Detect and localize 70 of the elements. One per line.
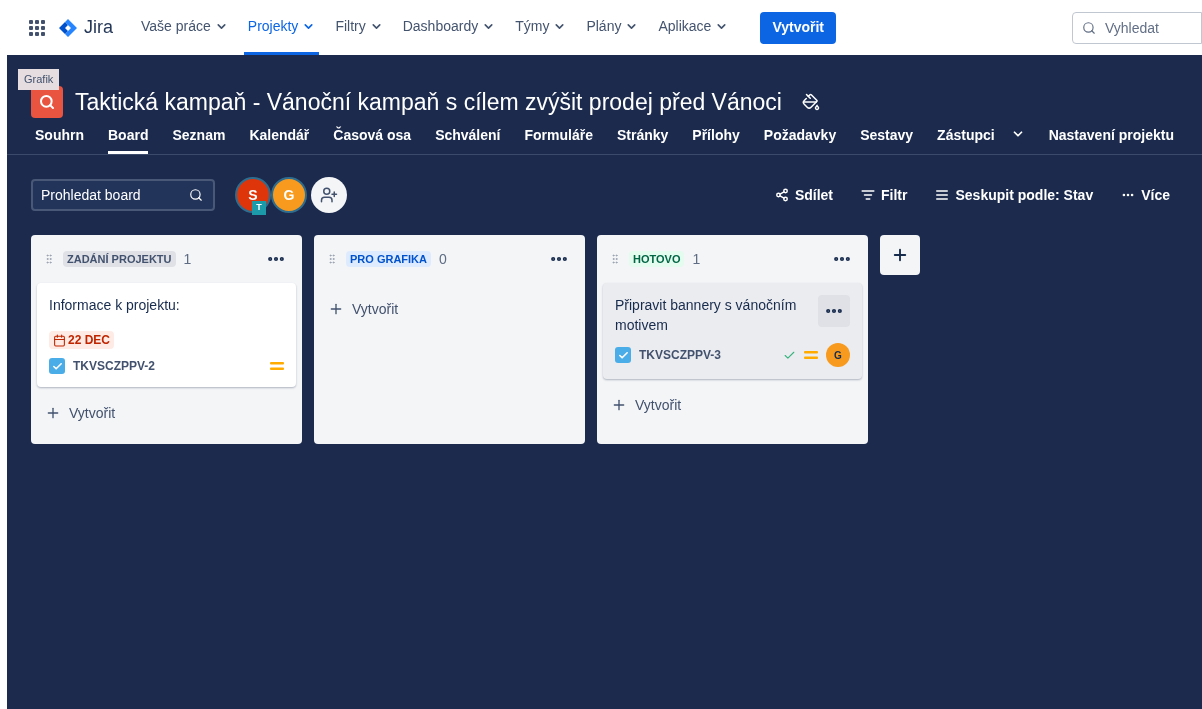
project-tab[interactable]: Schválení (435, 125, 501, 154)
issue-card[interactable]: Informace k projektu: 22 DEC TKVSCZPPV-2 (37, 283, 296, 387)
project-tab[interactable]: Požadavky (763, 125, 837, 154)
status-label: ZADÁNÍ PROJEKTU (63, 250, 176, 268)
issue-count: 0 (439, 249, 447, 269)
user-badge: T (252, 201, 266, 215)
nav-menu[interactable]: Dashboardy (398, 0, 500, 55)
issue-key[interactable]: TKVSCZPPV-2 (73, 357, 262, 375)
priority-icon (270, 361, 284, 371)
project-tab[interactable]: Formuláře (524, 125, 593, 154)
task-type-icon (615, 347, 631, 363)
paint-bucket-icon[interactable] (801, 93, 820, 111)
filter-icon (861, 188, 876, 202)
nav-menu[interactable]: Plány (582, 0, 643, 55)
project-tab[interactable]: Stránky (616, 125, 669, 154)
project-tab[interactable]: Kalendář (249, 125, 310, 154)
plus-icon (45, 405, 61, 421)
jira-logo-icon (58, 17, 78, 38)
create-issue-button[interactable]: Vytvořit (320, 291, 579, 327)
status-label: HOTOVO (629, 250, 685, 268)
status-label: PRO GRAFIKA (346, 250, 431, 268)
issue-title: Připravit bannery s vánočním motivem (615, 296, 798, 335)
nav-menu[interactable]: Aplikace (654, 0, 733, 55)
search-icon (1082, 20, 1096, 35)
user-avatar[interactable]: S T (235, 177, 271, 213)
board-search-field[interactable]: Prohledat board (31, 179, 215, 211)
project-tab[interactable]: Přílohy (692, 125, 740, 154)
plus-icon (328, 301, 344, 317)
lines-icon (935, 188, 950, 202)
tooltip: Grafik (18, 69, 60, 90)
issue-count: 1 (183, 249, 192, 269)
drag-handle-icon[interactable] (326, 253, 338, 265)
drag-handle-icon[interactable] (609, 253, 621, 265)
project-title: Taktická kampaň - Vánoční kampaň s cílem zvýšit prodej před Vánoci (75, 87, 782, 117)
toolbar-button[interactable]: Seskupit podle: Stav (935, 184, 1094, 206)
drag-handle-icon[interactable] (43, 253, 55, 265)
product-name[interactable]: Jira (84, 14, 113, 41)
project-tab[interactable]: Zástupci (937, 125, 1025, 154)
calendar-icon (53, 333, 66, 347)
share-icon (774, 188, 789, 202)
issue-card[interactable]: Připravit bannery s vánočním motivem TKVSCZPPV-3 G (603, 283, 862, 379)
toolbar-button[interactable]: Sdílet (774, 184, 834, 206)
app-switcher-icon[interactable] (28, 18, 46, 37)
create-issue-button[interactable]: Vytvořit (37, 395, 296, 431)
project-tab[interactable]: Seznam (172, 125, 226, 154)
project-tab[interactable]: Sestavy (860, 125, 914, 154)
add-column-icon[interactable] (880, 235, 920, 275)
priority-icon (804, 350, 818, 360)
toolbar-button[interactable]: Více (1121, 184, 1170, 206)
issue-title: Informace k projektu: (49, 296, 180, 315)
create-issue-button[interactable]: Vytvořit (603, 387, 862, 423)
project-tab[interactable]: Souhrn (35, 125, 84, 154)
project-tab[interactable]: Nastavení projektu (1048, 125, 1174, 154)
toolbar-button[interactable]: Filtr (861, 184, 908, 206)
project-tab[interactable]: Časová osa (333, 125, 412, 154)
more-icon[interactable] (818, 295, 850, 327)
issue-key[interactable]: TKVSCZPPV-3 (639, 346, 775, 364)
nav-menu[interactable]: Filtry (331, 0, 387, 55)
nav-menu[interactable]: Týmy (511, 0, 571, 55)
search-icon (189, 188, 203, 202)
issue-count: 1 (692, 249, 701, 269)
task-type-icon (49, 358, 65, 374)
add-people-icon[interactable] (311, 177, 347, 213)
nav-menu[interactable]: Vaše práce (137, 0, 232, 55)
plus-icon (611, 397, 627, 413)
assignee-avatar[interactable]: G (826, 343, 850, 367)
create-button[interactable]: Vytvořit (760, 11, 836, 44)
search-field[interactable]: Vyhledat (1072, 11, 1202, 44)
project-tab[interactable]: Board (108, 125, 149, 154)
due-date: 22 DEC (68, 332, 111, 349)
